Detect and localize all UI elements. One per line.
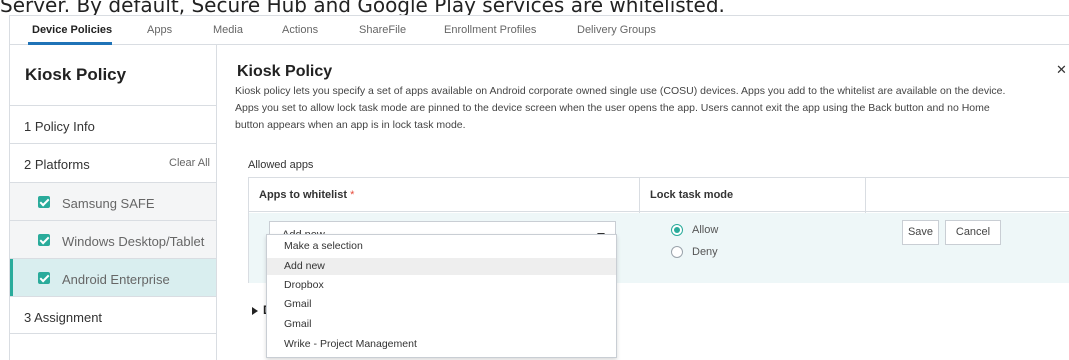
- policy-description: Kiosk policy lets you specify a set of a…: [235, 85, 1006, 131]
- sidebar-item-assignment[interactable]: 3 Assignment: [10, 296, 216, 334]
- sidebar-item-samsung-safe[interactable]: Samsung SAFE: [10, 182, 216, 220]
- sidebar-item-android-enterprise[interactable]: Android Enterprise: [10, 258, 216, 296]
- close-icon[interactable]: ✕: [1056, 62, 1067, 78]
- table-header: Apps to whitelist * Lock task mode: [249, 178, 1069, 212]
- clear-all-link[interactable]: Clear All: [169, 157, 210, 169]
- page-title: Kiosk Policy: [237, 63, 333, 80]
- sidebar-item-label: Samsung SAFE: [62, 196, 155, 211]
- cancel-button[interactable]: Cancel: [945, 220, 1001, 245]
- tab-actions[interactable]: Actions: [282, 24, 318, 36]
- dropdown-option-gmail[interactable]: Gmail: [267, 316, 616, 333]
- tab-apps[interactable]: Apps: [147, 24, 172, 36]
- column-header-apps: Apps to whitelist *: [259, 189, 355, 201]
- dropdown-option-dropbox[interactable]: Dropbox: [267, 277, 616, 294]
- tab-device-policies[interactable]: Device Policies: [32, 24, 112, 36]
- save-button[interactable]: Save: [902, 220, 939, 245]
- allowed-apps-label: Allowed apps: [248, 159, 314, 171]
- sidebar-item-label: Windows Desktop/Tablet: [62, 234, 205, 249]
- checkbox-android-enterprise[interactable]: [38, 272, 50, 284]
- sidebar-title: Kiosk Policy: [25, 65, 127, 84]
- deny-radio[interactable]: [671, 246, 683, 258]
- tab-sharefile[interactable]: ShareFile: [359, 24, 406, 36]
- top-tab-bar: Device Policies Apps Media Actions Share…: [10, 16, 1069, 45]
- expand-arrow-icon[interactable]: [252, 307, 258, 315]
- active-item-indicator: [10, 259, 13, 296]
- sidebar-item-policy-info[interactable]: 1 Policy Info: [10, 105, 216, 143]
- sidebar-item-label: Android Enterprise: [62, 272, 170, 287]
- tab-delivery-groups[interactable]: Delivery Groups: [577, 24, 656, 36]
- sidebar-item-platforms[interactable]: 2 Platforms Clear All: [10, 143, 216, 182]
- tab-media[interactable]: Media: [213, 24, 243, 36]
- checkbox-samsung-safe[interactable]: [38, 196, 50, 208]
- sidebar-item-label: 1 Policy Info: [24, 119, 95, 134]
- column-header-lock-task-mode: Lock task mode: [650, 189, 734, 201]
- tab-enrollment-profiles[interactable]: Enrollment Profiles: [444, 24, 536, 36]
- allow-radio-label: Allow: [692, 224, 719, 236]
- app-select-options: Make a selection Add new Dropbox Gmail G…: [266, 234, 617, 358]
- sidebar-item-label: 3 Assignment: [24, 310, 103, 325]
- policy-sidebar: Kiosk Policy 1 Policy Info 2 Platforms C…: [10, 45, 217, 360]
- deny-radio-label: Deny: [692, 246, 718, 258]
- allow-radio[interactable]: [671, 224, 683, 236]
- dropdown-option-gmail[interactable]: Gmail: [267, 296, 616, 313]
- dropdown-option-wrike[interactable]: Wrike - Project Management: [267, 336, 616, 353]
- dropdown-option-add-new[interactable]: Add new: [267, 258, 616, 275]
- required-marker: *: [350, 189, 355, 201]
- sidebar-item-label: 2 Platforms: [24, 157, 90, 172]
- checkbox-windows-desktop-tablet[interactable]: [38, 234, 50, 246]
- page-caption: Server. By default, Secure Hub and Googl…: [0, 0, 725, 17]
- sidebar-item-windows-desktop-tablet[interactable]: Windows Desktop/Tablet: [10, 220, 216, 258]
- dropdown-option-make-a-selection[interactable]: Make a selection: [267, 238, 616, 255]
